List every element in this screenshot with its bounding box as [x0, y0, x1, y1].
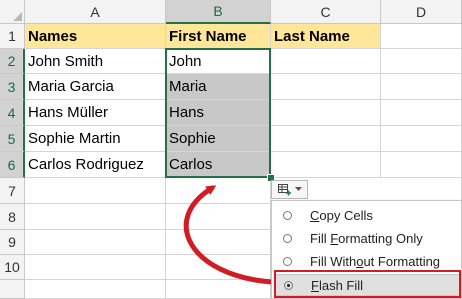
- menu-item-label: Copy Cells: [310, 207, 373, 223]
- auto-fill-options-button[interactable]: [271, 180, 308, 199]
- menu-item-fill-formatting-only[interactable]: Fill Formatting Only: [274, 227, 460, 249]
- menu-item-label: Fill Without Formatting: [310, 253, 441, 269]
- menu-item-copy-cells[interactable]: Copy Cells: [274, 204, 460, 226]
- menu-item-label: Fill Formatting Only: [310, 230, 423, 246]
- menu-item-fill-without-formatting[interactable]: Fill Without Formatting: [274, 250, 460, 272]
- chevron-down-icon: [294, 187, 302, 191]
- flash-fill-highlight-box: [274, 270, 461, 298]
- auto-fill-options-icon: [277, 183, 291, 195]
- radio-icon: [283, 256, 292, 266]
- curved-arrow-icon: [183, 185, 275, 285]
- radio-icon: [283, 233, 292, 243]
- radio-icon: [283, 210, 292, 220]
